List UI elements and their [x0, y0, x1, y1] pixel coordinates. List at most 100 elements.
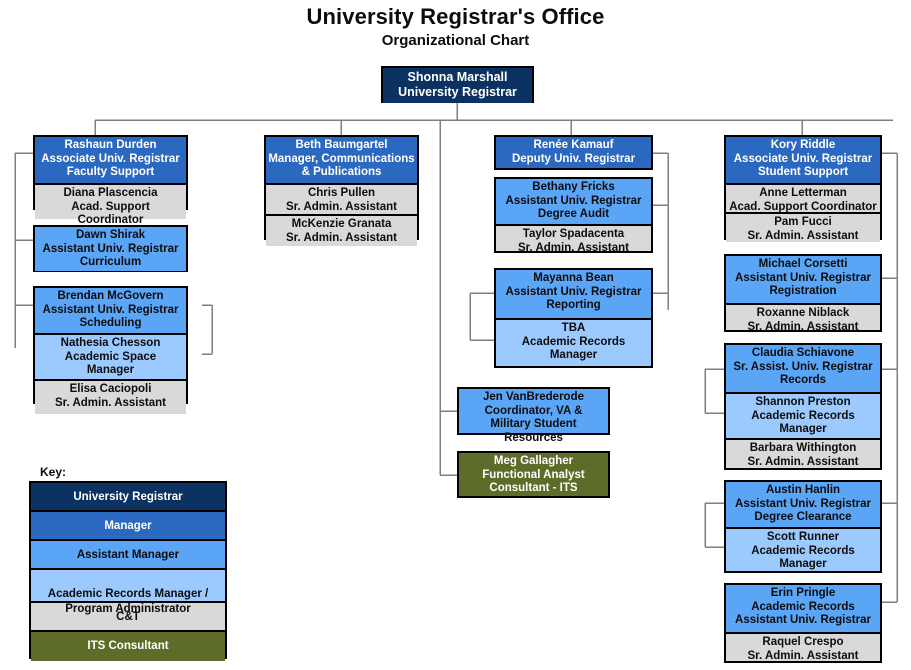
node-line: Acad. Support Coordinator — [71, 200, 150, 227]
node-line: Dawn Shirak — [75, 229, 146, 241]
node-line: Raquel Crespo — [762, 636, 844, 648]
node-renee-kamauf[interactable]: Renée Kamauf Deputy Univ. Registrar — [494, 135, 653, 170]
node-line: Sr. Assist. Univ. Registrar — [733, 360, 873, 373]
node-line: Manager, Communications — [268, 152, 415, 165]
node-line: Diana Plascencia — [63, 187, 158, 199]
key-item-ct: C&T — [31, 603, 225, 632]
node-segment: Claudia Schiavone Sr. Assist. Univ. Regi… — [726, 345, 880, 394]
node-segment: Beth Baumgartel Manager, Communications … — [266, 137, 417, 185]
node-line: Associate Univ. Registrar — [41, 152, 180, 165]
node-meg-gallagher[interactable]: Meg Gallagher Functional Analyst Consult… — [457, 451, 610, 498]
node-segment: Shonna Marshall University Registrar — [383, 68, 532, 103]
node-line: Academic Records — [751, 409, 855, 422]
key-item-manager: Manager — [31, 512, 225, 541]
node-line: Renée Kamauf — [533, 139, 614, 151]
node-line: Claudia Schiavone — [751, 347, 855, 359]
node-beth-baumgartel[interactable]: Beth Baumgartel Manager, Communications … — [264, 135, 419, 246]
node-segment: Chris Pullen Sr. Admin. Assistant — [266, 185, 417, 216]
node-line: Manager — [779, 423, 827, 436]
node-line: Sr. Admin. Assistant — [518, 241, 629, 254]
node-line: Assistant Univ. Registrar — [505, 194, 642, 207]
node-line: Roxanne Niblack — [756, 307, 850, 319]
node-line: Academic Records — [521, 335, 626, 348]
node-segment: Austin Hanlin Assistant Univ. Registrar … — [726, 482, 880, 529]
node-mayanna-bean[interactable]: Mayanna Bean Assistant Univ. Registrar R… — [494, 268, 653, 368]
node-segment: TBA Academic Records Manager — [496, 320, 651, 366]
key-item-label: Manager — [104, 520, 152, 532]
node-segment: Diana Plascencia Acad. Support Coordinat… — [35, 185, 186, 226]
node-line: Sr. Admin. Assistant — [747, 649, 859, 662]
node-line: Taylor Spadacenta — [522, 228, 625, 240]
node-line: Anne Letterman — [759, 187, 847, 199]
node-line: Curriculum — [79, 256, 142, 269]
node-line: McKenzie Granata — [291, 218, 392, 230]
node-segment: Michael Corsetti Assistant Univ. Registr… — [726, 256, 880, 305]
node-line: Associate Univ. Registrar — [733, 152, 873, 165]
key-item-label: University Registrar — [73, 491, 183, 503]
node-kory-riddle[interactable]: Kory Riddle Associate Univ. Registrar St… — [724, 135, 882, 242]
node-austin-hanlin[interactable]: Austin Hanlin Assistant Univ. Registrar … — [724, 480, 882, 573]
node-line: Assistant Univ. Registrar — [735, 497, 871, 510]
key-item-its-consultant: ITS Consultant — [31, 632, 225, 661]
node-dawn-shirak[interactable]: Dawn Shirak Assistant Univ. Registrar Cu… — [33, 225, 188, 272]
node-line: Assistant Univ. Registrar — [735, 614, 871, 627]
key-label: Key: — [40, 465, 67, 479]
node-line: Sr. Admin. Assistant — [286, 200, 397, 213]
node-line: University Registrar — [398, 84, 517, 99]
node-line: Reporting — [546, 299, 601, 312]
node-line: Shannon Preston — [755, 396, 851, 408]
key-item-label: C&T — [116, 611, 140, 623]
node-line: Elisa Caciopoli — [69, 383, 152, 395]
node-line: Degree Clearance — [754, 511, 852, 524]
node-line: Sr. Admin. Assistant — [747, 229, 859, 242]
node-line: Mayanna Bean — [533, 272, 614, 284]
node-line: Coordinator, VA & — [484, 404, 583, 417]
node-claudia-schiavone[interactable]: Claudia Schiavone Sr. Assist. Univ. Regi… — [724, 343, 882, 470]
node-line: Student Support — [757, 166, 849, 179]
node-segment: Roxanne Niblack Sr. Admin. Assistant — [726, 305, 880, 333]
node-erin-pringle[interactable]: Erin Pringle Academic Records Assistant … — [724, 583, 882, 663]
node-segment: Mayanna Bean Assistant Univ. Registrar R… — [496, 270, 651, 320]
node-line: Meg Gallagher — [493, 455, 574, 467]
node-shonna-marshall[interactable]: Shonna Marshall University Registrar — [381, 66, 534, 103]
node-rashaun-durden[interactable]: Rashaun Durden Associate Univ. Registrar… — [33, 135, 188, 226]
node-line: & Publications — [301, 166, 382, 179]
key-item-label: Assistant Manager — [76, 549, 180, 561]
node-segment: Bethany Fricks Assistant Univ. Registrar… — [496, 179, 651, 226]
node-line: Austin Hanlin — [765, 484, 841, 496]
key-legend: University Registrar Manager Assistant M… — [29, 481, 227, 661]
node-segment: Shannon Preston Academic Records Manager — [726, 394, 880, 440]
node-line: Academic Records — [751, 544, 855, 557]
node-line: Pam Fucci — [774, 216, 832, 228]
node-line: TBA — [561, 322, 586, 334]
node-line: Kory Riddle — [770, 139, 836, 151]
node-line: Shonna Marshall — [407, 70, 508, 84]
node-bethany-fricks[interactable]: Bethany Fricks Assistant Univ. Registrar… — [494, 177, 653, 254]
node-segment: Pam Fucci Sr. Admin. Assistant — [726, 214, 880, 242]
node-segment: McKenzie Granata Sr. Admin. Assistant — [266, 216, 417, 246]
node-line: Scott Runner — [766, 531, 840, 543]
node-line: Faculty Support — [66, 166, 155, 179]
node-line: Functional Analyst — [482, 468, 585, 481]
node-line: Sr. Admin. Assistant — [747, 320, 859, 333]
node-line: Deputy Univ. Registrar — [511, 152, 636, 165]
node-segment: Taylor Spadacenta Sr. Admin. Assistant — [496, 226, 651, 254]
node-line: Michael Corsetti — [758, 258, 848, 270]
page-subtitle: Organizational Chart — [381, 32, 530, 49]
node-line: Academic Records — [751, 600, 855, 613]
node-michael-corsetti[interactable]: Michael Corsetti Assistant Univ. Registr… — [724, 254, 882, 333]
node-line: Erin Pringle — [770, 587, 836, 599]
node-line: Sr. Admin. Assistant — [286, 231, 397, 244]
node-line: Barbara Withington — [749, 442, 857, 454]
node-line: Manager — [549, 349, 598, 362]
node-line: Nathesia Chesson — [60, 337, 161, 349]
node-segment: Barbara Withington Sr. Admin. Assistant — [726, 440, 880, 468]
node-jen-vanbrederode[interactable]: Jen VanBrederode Coordinator, VA & Milit… — [457, 387, 610, 444]
key-item-label: ITS Consultant — [87, 640, 169, 652]
node-brendan-mcgovern[interactable]: Brendan McGovern Assistant Univ. Registr… — [33, 286, 188, 414]
node-segment: Elisa Caciopoli Sr. Admin. Assistant — [35, 381, 186, 414]
node-line: Manager — [779, 558, 827, 571]
node-line: Bethany Fricks — [532, 181, 615, 193]
node-line: Rashaun Durden — [64, 139, 157, 151]
node-line: Assistant Univ. Registrar — [735, 271, 871, 284]
